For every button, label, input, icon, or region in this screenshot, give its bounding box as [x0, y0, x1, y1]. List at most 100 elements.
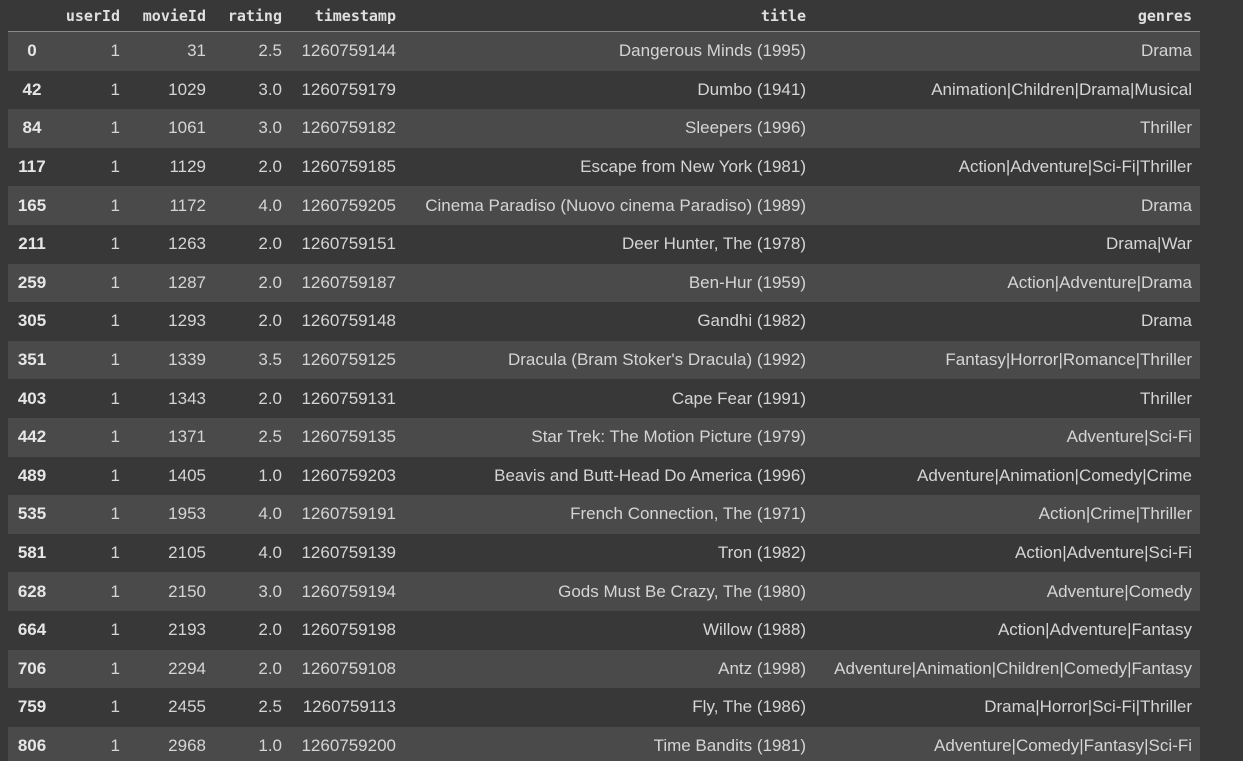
cell-genres: Action|Adventure|Drama	[1007, 272, 1192, 292]
table-row: 403 1 1343 2.0 1260759131 Cape Fear (1991) Thr…	[8, 379, 1200, 418]
dataframe-output: userId movieId rating timestamp title ge…	[8, 0, 1200, 761]
table-row: 759 1 2455 2.5 1260759113 Fly, The (1986) Dram…	[8, 688, 1200, 727]
row-index: 706	[17, 658, 47, 678]
cell-userid: 1	[110, 735, 120, 755]
table-row: 117 1 1129 2.0 1260759185 Escape from New Yor…	[8, 147, 1200, 187]
cell-userid: 1	[110, 272, 120, 292]
index-header	[8, 0, 56, 32]
row-index: 305	[17, 311, 47, 331]
cell-genres: Adventure|Animation|Children|Comedy|Fant…	[834, 658, 1192, 678]
row-index: 351	[17, 350, 47, 370]
cell-title: Dangerous Minds (1995)	[618, 41, 806, 61]
cell-userid: 1	[110, 620, 120, 640]
cell-movieid: 2968	[168, 735, 206, 755]
column-header-genres: genres	[814, 0, 1200, 32]
cell-title: Gods Must Be Crazy, The (1980)	[558, 581, 806, 601]
cell-genres: Drama|War	[1106, 234, 1192, 254]
cell-rating: 2.5	[258, 41, 282, 61]
cell-userid: 1	[110, 427, 120, 447]
cell-userid: 1	[110, 581, 120, 601]
row-index: 165	[17, 195, 47, 215]
dataframe-table: userId movieId rating timestamp title ge…	[8, 0, 1200, 761]
cell-rating: 3.0	[258, 581, 282, 601]
cell-userid: 1	[110, 157, 120, 177]
row-index: 664	[17, 620, 47, 640]
table-row: 628 1 2150 3.0 1260759194 Gods Must Be Crazy,…	[8, 572, 1200, 611]
cell-timestamp: 1260759131	[301, 388, 396, 408]
cell-rating: 3.0	[258, 118, 282, 138]
cell-genres: Fantasy|Horror|Romance|Thriller	[945, 350, 1192, 370]
cell-genres: Adventure|Comedy|Fantasy|Sci-Fi	[934, 735, 1192, 755]
cell-genres: Adventure|Animation|Comedy|Crime	[917, 465, 1192, 485]
row-index: 489	[17, 465, 47, 485]
table-row: 806 1 2968 1.0 1260759200 Time Bandits (1981)…	[8, 726, 1200, 761]
row-index: 403	[17, 388, 47, 408]
cell-movieid: 1405	[168, 465, 206, 485]
table-row: 351 1 1339 3.5 1260759125 Dracula (Bram Stoke…	[8, 340, 1200, 380]
cell-movieid: 1343	[168, 388, 206, 408]
table-row: 305 1 1293 2.0 1260759148 Gandhi (1982) Drama	[8, 302, 1200, 341]
cell-title: Cinema Paradiso (Nuovo cinema Paradiso) …	[425, 195, 806, 215]
column-header-rating: rating	[214, 0, 290, 32]
cell-timestamp: 1260759205	[301, 195, 396, 215]
table-row: 259 1 1287 2.0 1260759187 Ben-Hur (1959) Actio…	[8, 263, 1200, 303]
cell-timestamp: 1260759113	[302, 697, 396, 717]
cell-userid: 1	[110, 350, 120, 370]
cell-rating: 2.0	[258, 388, 282, 408]
cell-timestamp: 1260759191	[301, 504, 396, 524]
cell-timestamp: 1260759108	[301, 658, 396, 678]
cell-movieid: 1293	[168, 311, 206, 331]
row-index: 117	[18, 157, 46, 177]
cell-movieid: 1061	[168, 118, 206, 138]
cell-title: Willow (1988)	[703, 620, 806, 640]
cell-title: Deer Hunter, The (1978)	[622, 234, 806, 254]
table-row: 581 1 2105 4.0 1260759139 Tron (1982) Action|A…	[8, 533, 1200, 573]
cell-userid: 1	[110, 658, 120, 678]
cell-title: Gandhi (1982)	[697, 311, 806, 331]
cell-movieid: 1172	[169, 195, 206, 215]
row-index: 84	[22, 118, 42, 138]
column-header-timestamp: timestamp	[290, 0, 404, 32]
cell-rating: 1.0	[258, 735, 282, 755]
row-index: 628	[17, 581, 47, 601]
cell-title: Beavis and Butt-Head Do America (1996)	[494, 465, 806, 485]
cell-movieid: 2105	[168, 543, 206, 563]
cell-timestamp: 1260759144	[301, 41, 396, 61]
cell-genres: Drama	[1140, 311, 1192, 331]
cell-title: Star Trek: The Motion Picture (1979)	[531, 427, 806, 447]
table-row: 535 1 1953 4.0 1260759191 French Connection, …	[8, 495, 1200, 534]
cell-timestamp: 1260759194	[301, 581, 396, 601]
cell-movieid: 1263	[168, 234, 206, 254]
cell-title: Time Bandits (1981)	[653, 735, 806, 755]
table-row: 706 1 2294 2.0 1260759108 Antz (1998) Adventur…	[8, 649, 1200, 689]
cell-userid: 1	[110, 465, 120, 485]
table-row: 42 1 1029 3.0 1260759179 Dumbo (1941) Animatio…	[8, 70, 1200, 110]
cell-genres: Thriller	[1140, 118, 1192, 138]
cell-rating: 2.0	[258, 272, 282, 292]
table-row: 489 1 1405 1.0 1260759203 Beavis and Butt-Hea…	[8, 456, 1200, 496]
table-body: 0 1 31 2.5 1260759144 Dangerous Minds (1995) D…	[8, 31, 1200, 761]
cell-userid: 1	[110, 118, 120, 138]
cell-genres: Thriller	[1140, 388, 1192, 408]
cell-timestamp: 1260759187	[301, 272, 396, 292]
row-index: 806	[17, 735, 47, 755]
cell-rating: 1.0	[258, 465, 282, 485]
cell-movieid: 2294	[168, 658, 206, 678]
cell-genres: Action|Crime|Thriller	[1038, 504, 1192, 524]
cell-timestamp: 1260759135	[301, 427, 396, 447]
cell-timestamp: 1260759148	[301, 311, 396, 331]
row-index: 42	[22, 79, 42, 99]
row-index: 535	[17, 504, 47, 524]
cell-userid: 1	[110, 311, 120, 331]
cell-title: Dumbo (1941)	[697, 79, 806, 99]
cell-movieid: 31	[187, 41, 206, 61]
cell-title: Fly, The (1986)	[692, 697, 806, 717]
cell-genres: Adventure|Comedy	[1046, 581, 1192, 601]
cell-rating: 4.0	[258, 543, 282, 563]
cell-timestamp: 1260759125	[301, 350, 396, 370]
cell-userid: 1	[110, 79, 120, 99]
cell-title: Ben-Hur (1959)	[688, 272, 806, 292]
table-header: userId movieId rating timestamp title ge…	[8, 0, 1200, 32]
row-index: 581	[17, 543, 47, 563]
cell-userid: 1	[110, 195, 120, 215]
